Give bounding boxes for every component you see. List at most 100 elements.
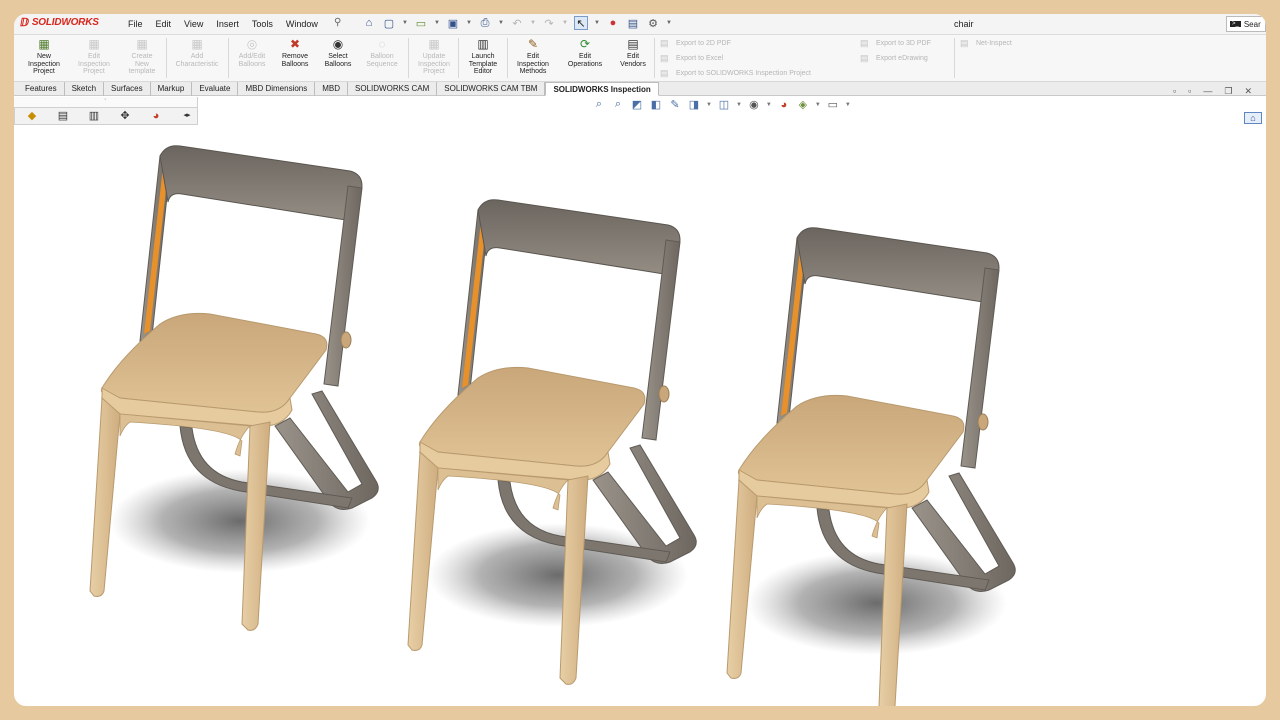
tab-surfaces[interactable]: Surfaces — [104, 82, 151, 96]
redo-dropdown-icon[interactable]: ▼ — [562, 20, 568, 26]
configuration-manager-icon[interactable]: ▥ — [87, 109, 101, 123]
edit-appearance-icon[interactable]: ◕ — [777, 99, 791, 111]
traffic-light-icon[interactable]: ● — [606, 16, 620, 30]
new-document-icon[interactable]: ▢ — [382, 16, 396, 30]
view-orientation-icon[interactable]: ◨ — [687, 98, 701, 111]
select-dropdown-icon[interactable]: ▼ — [594, 20, 600, 26]
display-style-icon[interactable]: ◫ — [717, 98, 731, 111]
menu-edit[interactable]: Edit — [156, 19, 172, 29]
new-inspection-project-button[interactable]: ▦ New Inspection Project — [21, 37, 67, 76]
open-dropdown-icon[interactable]: ▼ — [434, 20, 440, 26]
export-inspection-project-button[interactable]: ▤ Export to SOLIDWORKS Inspection Project — [660, 68, 811, 78]
save-icon[interactable]: ▣ — [446, 16, 460, 30]
new-dropdown-icon[interactable]: ▼ — [402, 20, 408, 26]
launch-template-editor-button[interactable]: ▥ Launch Template Editor — [460, 37, 506, 76]
minimize-icon[interactable]: — — [1203, 86, 1212, 97]
export-3d-pdf-button[interactable]: ▤ Export to 3D PDF — [860, 38, 931, 48]
chair-model-3[interactable] — [726, 227, 1016, 706]
apply-scene-icon[interactable]: ◈ — [796, 98, 810, 111]
export-2d-pdf-button[interactable]: ▤ Export to 2D PDF — [660, 38, 731, 48]
remove-balloons-button[interactable]: ✖ Remove Balloons — [272, 37, 318, 68]
display-manager-icon[interactable]: ◕ — [149, 109, 163, 123]
restore-icon[interactable]: ❐ — [1224, 86, 1232, 97]
hide-show-dropdown-icon[interactable]: ▼ — [766, 102, 772, 108]
update-inspection-project-button[interactable]: ▦ Update Inspection Project — [411, 37, 457, 76]
net-inspect-button[interactable]: ▤ Net-Inspect — [960, 38, 1012, 48]
tab-solidworks-cam-tbm[interactable]: SOLIDWORKS CAM TBM — [437, 82, 546, 96]
hide-show-items-icon[interactable]: ◉ — [747, 98, 761, 111]
tile-icon[interactable]: ▫ — [1173, 86, 1176, 97]
export-excel-button[interactable]: ▤ Export to Excel — [660, 53, 723, 63]
edit-inspection-project-button[interactable]: ▦ Edit Inspection Project — [71, 37, 117, 76]
tab-solidworks-cam[interactable]: SOLIDWORKS CAM — [348, 82, 438, 96]
menu-view[interactable]: View — [184, 19, 203, 29]
vendors-icon: ▤ — [627, 37, 639, 51]
home-view-icon[interactable]: ⌂ — [1244, 112, 1262, 124]
balloon-sequence-button[interactable]: ◌ Balloon Sequence — [359, 37, 405, 68]
menu-insert[interactable]: Insert — [216, 19, 239, 29]
chair-model-2[interactable] — [407, 199, 697, 685]
main-menu: File Edit View Insert Tools Window — [128, 19, 318, 29]
restore-view-icon[interactable]: ▫ — [1188, 86, 1191, 97]
more-tabs-icon[interactable]: ◂▸ — [180, 109, 194, 123]
open-folder-icon[interactable]: ▭ — [414, 16, 428, 30]
edit-vendors-button[interactable]: ▤ Edit Vendors — [610, 37, 656, 68]
zoom-to-area-icon[interactable]: ⌕ — [611, 98, 625, 111]
feature-manager-collapse-handle[interactable]: ◦ — [14, 97, 198, 107]
edit-operations-button[interactable]: ⟳ Edit Operations — [562, 37, 608, 68]
tab-mbd-dimensions[interactable]: MBD Dimensions — [238, 82, 316, 96]
graphics-area[interactable] — [14, 126, 1266, 706]
dimxpert-manager-icon[interactable]: ✥ — [118, 109, 132, 123]
undo-icon[interactable]: ↶ — [510, 16, 524, 30]
menu-file[interactable]: File — [128, 19, 143, 29]
file-properties-icon[interactable]: ▤ — [626, 16, 640, 30]
export-label: Export to 3D PDF — [876, 39, 931, 47]
button-label: Create New template — [128, 53, 156, 75]
export-label: Export eDrawing — [876, 54, 928, 62]
dynamic-annotation-icon[interactable]: ✎ — [668, 98, 682, 111]
add-edit-balloons-button[interactable]: ◎ Add/Edit Balloons — [229, 37, 275, 68]
search-box[interactable]: >_ Sear — [1226, 16, 1266, 32]
print-icon[interactable]: ⎙ — [478, 16, 492, 30]
chair-model-1[interactable] — [89, 145, 379, 631]
button-label: Edit Vendors — [620, 53, 646, 68]
tab-sketch[interactable]: Sketch — [65, 82, 105, 96]
options-gear-icon[interactable]: ⚙ — [646, 16, 660, 30]
property-manager-icon[interactable]: ▤ — [56, 109, 70, 123]
undo-dropdown-icon[interactable]: ▼ — [530, 20, 536, 26]
add-characteristic-button[interactable]: ▦ Add Characteristic — [174, 37, 220, 68]
button-label: Edit Operations — [567, 53, 603, 68]
select-balloons-button[interactable]: ◉ Select Balloons — [315, 37, 361, 68]
tab-features[interactable]: Features — [18, 82, 65, 96]
remove-balloons-icon: ✖ — [289, 37, 301, 51]
tab-evaluate[interactable]: Evaluate — [192, 82, 239, 96]
pin-icon[interactable]: ⚲ — [334, 17, 341, 28]
zoom-to-fit-icon[interactable]: ⌕ — [592, 98, 606, 111]
redo-icon[interactable]: ↷ — [542, 16, 556, 30]
view-orientation-dropdown-icon[interactable]: ▼ — [706, 102, 712, 108]
select-arrow-icon[interactable]: ↖ — [574, 16, 588, 30]
feature-manager-tree-icon[interactable]: ◆ — [25, 109, 39, 123]
create-template-button[interactable]: ▦ Create New template — [119, 37, 165, 76]
separator — [507, 38, 508, 78]
options-dropdown-icon[interactable]: ▼ — [666, 20, 672, 26]
view-settings-dropdown-icon[interactable]: ▼ — [845, 102, 851, 108]
previous-view-icon[interactable]: ◩ — [630, 98, 644, 111]
scene-dropdown-icon[interactable]: ▼ — [815, 102, 821, 108]
tab-mbd[interactable]: MBD — [315, 82, 349, 96]
export-edrawing-button[interactable]: ▤ Export eDrawing — [860, 53, 928, 63]
tab-solidworks-inspection[interactable]: SOLIDWORKS Inspection — [545, 82, 659, 96]
tab-markup[interactable]: Markup — [151, 82, 193, 96]
home-icon[interactable]: ⌂ — [362, 16, 376, 30]
close-icon[interactable]: ✕ — [1244, 86, 1252, 97]
section-view-icon[interactable]: ◧ — [649, 98, 663, 111]
edit-inspection-methods-button[interactable]: ✎ Edit Inspection Methods — [510, 37, 556, 76]
print-dropdown-icon[interactable]: ▼ — [498, 20, 504, 26]
view-settings-icon[interactable]: ▭ — [826, 98, 840, 111]
menu-window[interactable]: Window — [286, 19, 318, 29]
button-label: Remove Balloons — [281, 53, 309, 68]
operations-icon: ⟳ — [579, 37, 591, 51]
save-dropdown-icon[interactable]: ▼ — [466, 20, 472, 26]
menu-tools[interactable]: Tools — [252, 19, 273, 29]
display-style-dropdown-icon[interactable]: ▼ — [736, 102, 742, 108]
